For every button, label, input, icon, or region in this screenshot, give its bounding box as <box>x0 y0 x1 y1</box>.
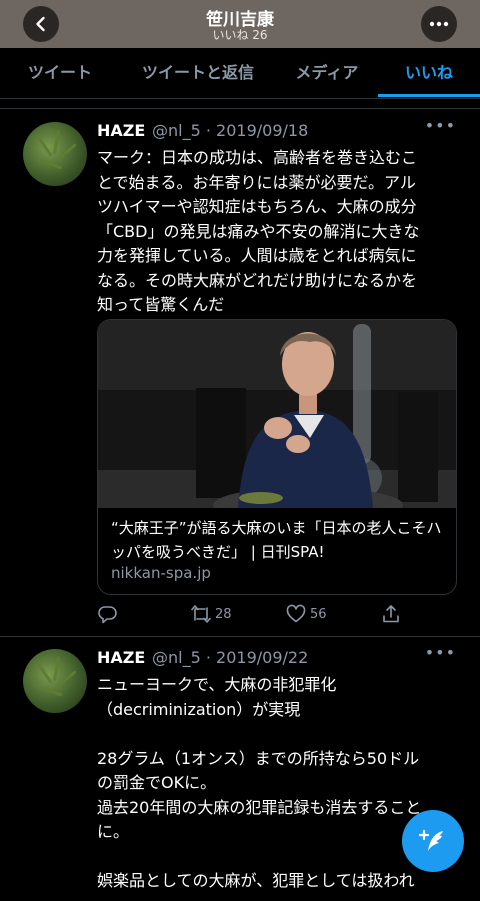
tweet-text-line: 力を発揮している。人間は歳をとれば病気に <box>97 246 417 265</box>
tab-tweets-and-replies[interactable]: ツイートと返信 <box>120 48 276 98</box>
reply-icon <box>98 606 117 624</box>
tab-media[interactable]: メディア <box>276 48 378 98</box>
compose-tweet-button[interactable] <box>402 810 464 872</box>
link-card-title: “大麻王子”が語る大麻のいま「日本の老人こそハッパを吸うべきだ」 | 日刊SPA… <box>111 519 442 561</box>
tweet-text-line: （decriminization）が実現 <box>97 699 301 719</box>
tweet-text-line: ツハイマーや認知症はもちろん、大麻の成分 <box>97 197 417 216</box>
more-icon <box>429 21 449 27</box>
tweet-handle-date: @nl_5 · 2019/09/18 <box>152 121 309 140</box>
profile-header: 笹川吉康 いいね 26 <box>0 0 480 48</box>
like-button[interactable]: 56 <box>286 602 327 626</box>
retweet-button[interactable]: 28 <box>190 602 232 626</box>
tweet-text: ニューヨークで、大麻の非犯罪化 （decriminization）が実現 28グ… <box>97 673 452 894</box>
tweet-menu-icon[interactable]: ••• <box>425 116 456 135</box>
retweet-count: 28 <box>215 606 232 622</box>
divider <box>0 108 480 109</box>
reply-button[interactable] <box>97 602 117 626</box>
tweet-author-name[interactable]: HAZE <box>97 121 145 140</box>
tweet-text-line <box>97 722 452 747</box>
avatar[interactable] <box>23 649 87 713</box>
tab-likes[interactable]: いいね <box>378 48 480 98</box>
share-button[interactable] <box>381 602 401 626</box>
tweet-text-line: なる。その時大麻がどれだけ助けになるかを <box>97 270 418 290</box>
profile-tabs: ツイート ツイートと返信 メディア いいね <box>0 48 480 99</box>
more-options-button[interactable] <box>421 6 457 42</box>
active-tab-indicator <box>378 94 480 97</box>
link-card-image <box>98 320 456 523</box>
share-icon <box>383 605 399 623</box>
retweet-icon <box>191 605 211 623</box>
link-card-url: nikkan-spa.jp <box>111 564 211 582</box>
tab-tweets[interactable]: ツイート <box>0 48 120 98</box>
tweet-text-line: 過去20年間の大麻の犯罪記録も消去すること <box>97 797 422 817</box>
tweet-text-line: に。 <box>97 822 130 841</box>
tweet-text-line: 知って皆驚くんだ <box>97 295 225 314</box>
tweet-text: マーク：日本の成功は、高齢者を巻き込むこ とで始まる。お年寄りには薬が必要だ。ア… <box>97 146 452 318</box>
like-count: 56 <box>310 606 327 622</box>
tweet-text-line <box>97 845 452 870</box>
tweet-menu-icon[interactable]: ••• <box>425 643 456 662</box>
tweet-handle-date: @nl_5 · 2019/09/22 <box>152 648 309 667</box>
tweet-text-line: 娯楽品としての大麻が、犯罪としては扱われ <box>97 871 415 890</box>
avatar[interactable] <box>23 122 87 186</box>
tweet-author-name[interactable]: HAZE <box>97 648 145 667</box>
link-card[interactable]: “大麻王子”が語る大麻のいま「日本の老人こそハッパを吸うべきだ」 | 日刊SPA… <box>97 319 457 595</box>
heart-icon <box>286 604 306 623</box>
tweet-text-line: の罰金でOKに。 <box>97 773 217 792</box>
divider <box>0 636 480 637</box>
tweet-text-line: とで始まる。お年寄りには薬が必要だ。アル <box>97 172 416 192</box>
compose-tweet-icon <box>418 829 443 851</box>
tweet-text-line: 「CBD」の発見は痛みや不安の解消に大きな <box>97 221 420 241</box>
tweet-text-line: ニューヨークで、大麻の非犯罪化 <box>97 675 337 694</box>
tweet-text-line: マーク：日本の成功は、高齢者を巻き込むこ <box>97 148 418 167</box>
tweet-text-line: 28グラム（1オンス）までの所持なら50ドル <box>97 748 420 768</box>
likes-count: いいね 26 <box>212 28 268 42</box>
